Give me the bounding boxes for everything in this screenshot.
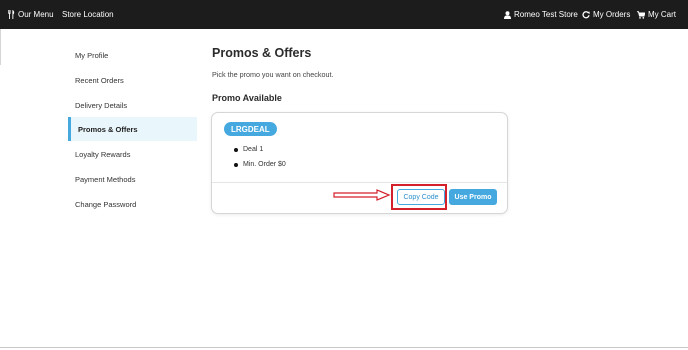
promo-detail-item: Deal 1 [234, 146, 263, 153]
sidebar-item-label: My Profile [75, 50, 109, 60]
section-title: Promo Available [212, 93, 282, 103]
nav-our-menu-label: Our Menu [18, 10, 54, 19]
cart-icon [637, 10, 645, 19]
nav-my-cart[interactable]: My Cart [637, 0, 676, 29]
nav-store-user-label: Romeo Test Store [514, 10, 578, 19]
page-title: Promos & Offers [212, 46, 312, 60]
nav-store-location-label: Store Location [62, 10, 114, 19]
bullet-dot-icon [234, 147, 238, 152]
sidebar-item-label: Recent Orders [75, 75, 124, 85]
page-subtitle: Pick the promo you want on checkout. [212, 70, 334, 79]
bullet-dot-icon [234, 162, 238, 167]
promo-code-badge: LRGDEAL [224, 122, 277, 136]
top-nav-bar: Our Menu Store Location Romeo Test Store… [0, 0, 688, 29]
sidebar-item-label: Promos & Offers [78, 124, 138, 134]
sidebar-item-label: Payment Methods [75, 174, 136, 184]
left-edge-divider [0, 29, 1, 65]
nav-my-cart-label: My Cart [648, 10, 676, 19]
use-promo-button[interactable]: Use Promo [449, 189, 497, 205]
promo-detail-text: Min. Order $0 [243, 161, 286, 168]
nav-my-orders[interactable]: My Orders [582, 0, 630, 29]
app-frame: Our Menu Store Location Romeo Test Store… [0, 0, 688, 350]
sidebar-item-loyalty-rewards[interactable]: Loyalty Rewards [68, 142, 197, 166]
nav-store-user[interactable]: Romeo Test Store [504, 0, 578, 29]
sidebar-item-delivery-details[interactable]: Delivery Details [68, 93, 197, 117]
nav-my-orders-label: My Orders [593, 10, 631, 19]
user-icon [504, 10, 511, 19]
sidebar-item-label: Loyalty Rewards [75, 149, 131, 159]
refresh-icon [582, 10, 590, 19]
sidebar-item-promos-offers[interactable]: Promos & Offers [68, 117, 197, 141]
promo-detail-text: Deal 1 [243, 146, 264, 153]
promo-detail-item: Min. Order $0 [234, 161, 286, 168]
sidebar-item-payment-methods[interactable]: Payment Methods [68, 167, 197, 191]
annotation-arrow-icon [333, 189, 391, 201]
annotation-highlight-box [391, 184, 447, 210]
utensils-icon [8, 10, 15, 19]
sidebar-item-change-password[interactable]: Change Password [68, 192, 197, 216]
sidebar-item-my-profile[interactable]: My Profile [68, 43, 197, 67]
nav-store-location[interactable]: Store Location [62, 0, 114, 29]
card-divider [212, 182, 507, 183]
sidebar-item-recent-orders[interactable]: Recent Orders [68, 68, 197, 92]
sidebar-item-label: Delivery Details [75, 100, 128, 110]
sidebar-item-label: Change Password [75, 199, 137, 209]
nav-our-menu[interactable]: Our Menu [8, 0, 54, 29]
bottom-divider [0, 347, 688, 348]
